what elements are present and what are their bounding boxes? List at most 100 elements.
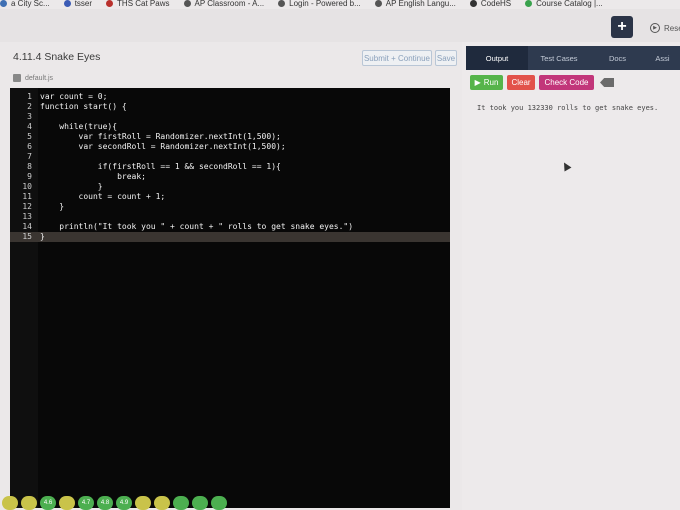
bookmark-icon xyxy=(469,0,477,7)
line-number: 3 xyxy=(27,112,32,121)
line-number: 11 xyxy=(22,192,32,201)
line-number: 7 xyxy=(27,152,32,161)
code-line[interactable]: 4 while(true){ xyxy=(10,122,450,132)
bookmark-label: THS Cat Paws xyxy=(117,0,170,8)
mouse-cursor-icon xyxy=(560,160,572,172)
add-button[interactable]: + xyxy=(611,16,633,38)
code-line[interactable]: 1 var count = 0; xyxy=(10,92,450,102)
bookmark-item[interactable]: THS Cat Paws xyxy=(106,0,170,8)
bookmark-label: CodeHS xyxy=(480,0,512,8)
code-text: count = count + 1; xyxy=(40,192,166,201)
reset-button[interactable]: ▶ Rese xyxy=(650,23,680,33)
code-text: var firstRoll = Randomizer.nextInt(1,500… xyxy=(40,132,281,141)
progress-dot[interactable] xyxy=(59,496,75,510)
code-line[interactable]: 14 println("It took you " + count + " ro… xyxy=(10,222,450,232)
line-number: 10 xyxy=(22,182,32,191)
code-line[interactable]: 6 var secondRoll = Randomizer.nextInt(1,… xyxy=(10,142,450,152)
progress-dot[interactable] xyxy=(173,496,189,510)
bookmark-label: Course Catalog |... xyxy=(536,0,603,8)
tab-assi[interactable]: Assi xyxy=(645,46,680,70)
code-line[interactable]: 11 count = count + 1; xyxy=(10,192,450,202)
bookmark-icon xyxy=(0,0,7,7)
file-icon xyxy=(13,74,21,82)
output-tabs: Output Test Cases Docs Assi xyxy=(466,46,680,70)
save-button[interactable]: Save xyxy=(435,50,457,66)
bookmark-item[interactable]: a City Sc... xyxy=(0,0,50,8)
line-number: 13 xyxy=(22,212,32,221)
progress-dot[interactable] xyxy=(154,496,170,510)
progress-dot[interactable]: 4.6 xyxy=(40,496,56,510)
code-text: var count = 0; xyxy=(40,92,108,101)
progress-dot[interactable]: 4.7 xyxy=(78,496,94,510)
progress-dot[interactable]: 4.9 xyxy=(116,496,132,510)
run-button[interactable]: ▶ Run xyxy=(470,75,503,90)
code-text: if(firstRoll == 1 && secondRoll == 1){ xyxy=(40,162,281,171)
top-bar: + ▶ Rese xyxy=(0,9,680,42)
bookmark-label: tsser xyxy=(74,0,93,8)
line-number: 8 xyxy=(27,162,32,171)
progress-dot[interactable] xyxy=(192,496,208,510)
line-number: 1 xyxy=(27,92,32,101)
progress-dot[interactable] xyxy=(211,496,227,510)
code-line[interactable]: 5 var firstRoll = Randomizer.nextInt(1,5… xyxy=(10,132,450,142)
submit-continue-button[interactable]: Submit + Continue xyxy=(362,50,432,66)
code-text: function start() { xyxy=(40,102,127,111)
progress-dot[interactable] xyxy=(2,496,18,510)
line-number: 5 xyxy=(27,132,32,141)
output-panel: Output Test Cases Docs Assi ▶ Run Clear Che… xyxy=(462,42,680,510)
bookmark-item[interactable]: CodeHS xyxy=(469,0,512,8)
file-tab[interactable]: default.js xyxy=(10,72,70,84)
reset-label: Rese xyxy=(664,23,680,33)
line-number: 4 xyxy=(27,122,32,131)
exercise-title: 4.11.4 Snake Eyes xyxy=(13,51,101,63)
console-output: It took you 132330 rolls to get snake ey… xyxy=(477,104,659,112)
progress-dot[interactable] xyxy=(21,496,37,510)
bookmark-icon xyxy=(106,0,114,7)
bookmark-label: Login - Powered b... xyxy=(289,0,361,8)
line-number: 2 xyxy=(27,102,32,111)
bookmark-item[interactable]: Course Catalog |... xyxy=(525,0,603,8)
bookmark-icon xyxy=(374,0,382,7)
code-line[interactable]: 13 xyxy=(10,212,450,222)
code-line[interactable]: 3 xyxy=(10,112,450,122)
run-label: Run xyxy=(483,78,499,87)
code-text: break; xyxy=(40,172,146,181)
editor-panel: 4.11.4 Snake Eyes Submit + Continue Save… xyxy=(0,42,462,510)
backspace-icon[interactable] xyxy=(600,78,614,87)
code-line[interactable]: 7 xyxy=(10,152,450,162)
line-number: 6 xyxy=(27,142,32,151)
bookmark-label: a City Sc... xyxy=(11,0,50,8)
line-number: 12 xyxy=(22,202,32,211)
code-text: var secondRoll = Randomizer.nextInt(1,50… xyxy=(40,142,286,151)
tab-test-cases[interactable]: Test Cases xyxy=(528,46,590,70)
line-number: 15 xyxy=(22,232,32,241)
bookmark-icon xyxy=(183,0,191,7)
bookmark-item[interactable]: AP English Langu... xyxy=(374,0,456,8)
code-line[interactable]: 10 } xyxy=(10,182,450,192)
code-text: while(true){ xyxy=(40,122,118,131)
play-icon: ▶ xyxy=(650,23,660,33)
code-line[interactable]: 2 function start() { xyxy=(10,102,450,112)
clear-button[interactable]: Clear xyxy=(507,75,535,90)
code-line[interactable]: 9 break; xyxy=(10,172,450,182)
code-text: } xyxy=(40,232,45,241)
bookmark-item[interactable]: Login - Powered b... xyxy=(278,0,361,8)
file-tab-label: default.js xyxy=(25,74,54,82)
progress-dot[interactable]: 4.8 xyxy=(97,496,113,510)
tab-output[interactable]: Output xyxy=(466,46,528,70)
play-icon: ▶ xyxy=(474,78,481,87)
tab-docs[interactable]: Docs xyxy=(590,46,645,70)
code-line[interactable]: 8 if(firstRoll == 1 && secondRoll == 1){ xyxy=(10,162,450,172)
bookmark-label: AP English Langu... xyxy=(385,0,456,8)
bookmark-item[interactable]: tsser xyxy=(63,0,93,8)
code-text: } xyxy=(40,202,65,211)
check-code-button[interactable]: Check Code xyxy=(539,75,594,90)
code-line[interactable]: 15} xyxy=(10,232,450,242)
code-editor[interactable]: 1 var count = 0; 2 function start() { 3 4 whi… xyxy=(10,88,450,508)
code-line[interactable]: 12 } xyxy=(10,202,450,212)
code-text: println("It took you " + count + " rolls… xyxy=(40,222,354,231)
bookmark-item[interactable]: AP Classroom - A... xyxy=(183,0,265,8)
bookmark-label: AP Classroom - A... xyxy=(194,0,265,8)
bookmark-icon xyxy=(525,0,533,7)
progress-dot[interactable] xyxy=(135,496,151,510)
